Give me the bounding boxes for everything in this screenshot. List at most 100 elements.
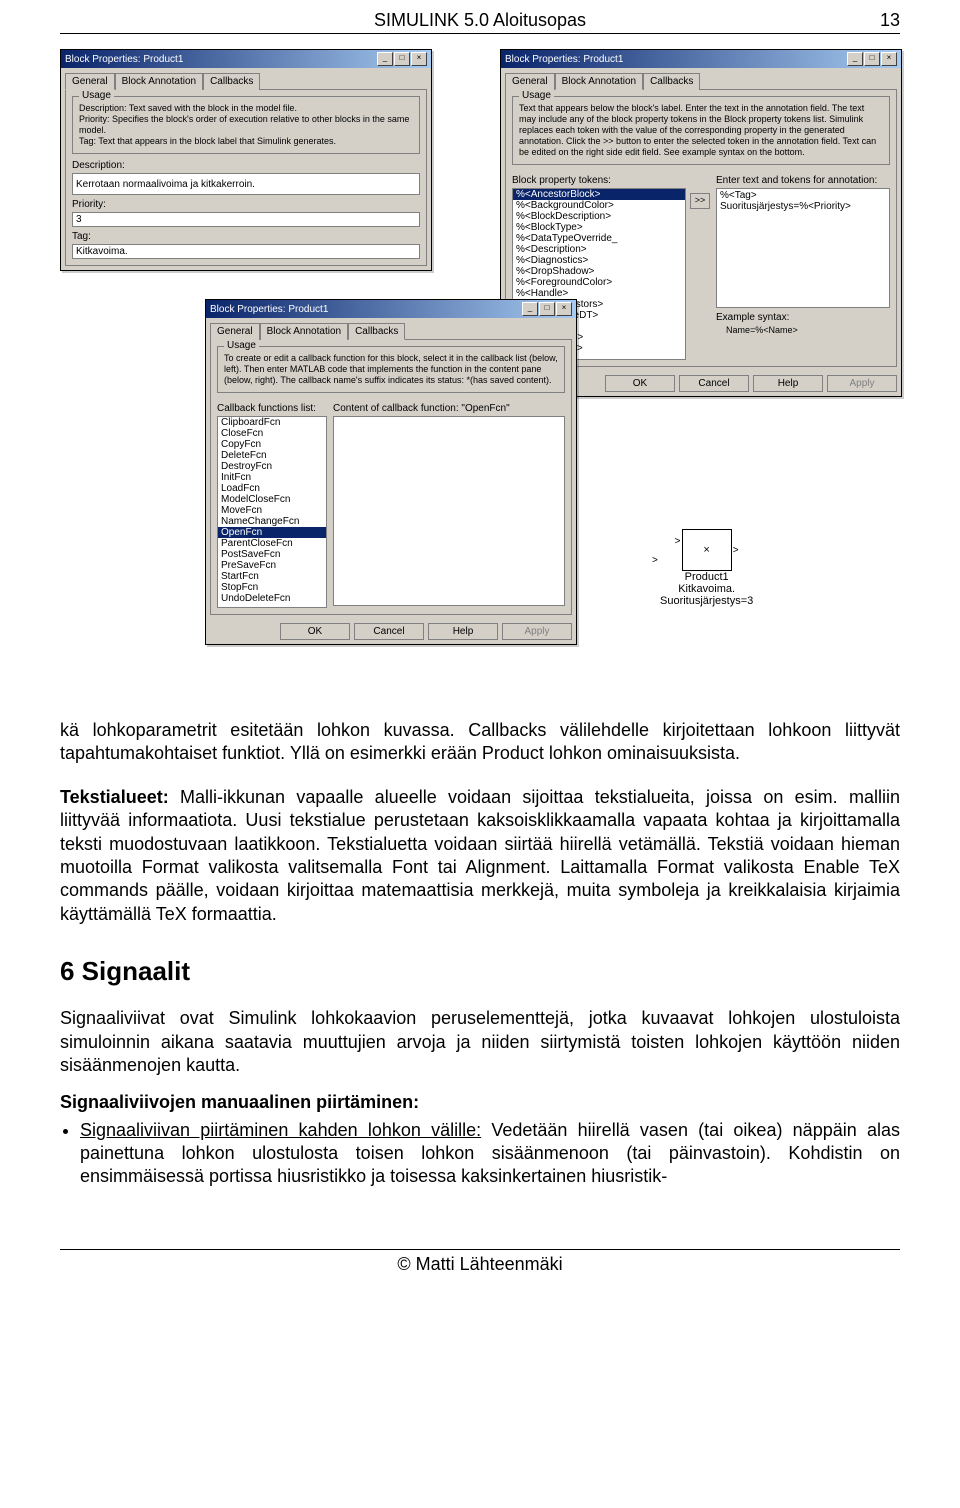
apply-button[interactable]: Apply — [502, 623, 572, 640]
paragraph-1: kä lohkoparametrit esitetään lohkon kuva… — [60, 719, 900, 766]
maximize-icon[interactable]: □ — [394, 52, 410, 66]
paragraph-4-heading: Signaaliviivojen manuaalinen piirtäminen… — [60, 1091, 900, 1114]
list-item[interactable]: DeleteFcn — [218, 450, 326, 461]
help-button[interactable]: Help — [753, 375, 823, 392]
group-title-usage: Usage — [519, 90, 554, 101]
titlebar[interactable]: Block Properties: Product1 _□× — [501, 50, 901, 68]
callback-content-textarea[interactable] — [333, 416, 565, 606]
maximize-icon[interactable]: □ — [864, 52, 880, 66]
tag-input[interactable] — [72, 244, 420, 259]
transfer-button[interactable]: >> — [690, 193, 710, 209]
list-item[interactable]: %<Handle> — [513, 288, 685, 299]
list-item[interactable]: %<BlockType> — [513, 222, 685, 233]
bullet-list: Signaaliviivan piirtäminen kahden lohkon… — [60, 1119, 900, 1189]
ok-button[interactable]: OK — [605, 375, 675, 392]
list-item[interactable]: StartFcn — [218, 571, 326, 582]
list-item[interactable]: OpenFcn — [218, 527, 326, 538]
window-title: Block Properties: Product1 — [505, 54, 623, 65]
list-item[interactable]: InitFcn — [218, 472, 326, 483]
tab-general[interactable]: General — [65, 73, 115, 90]
minimize-icon[interactable]: _ — [377, 52, 393, 66]
group-title-usage: Usage — [224, 340, 259, 351]
tab-block-annotation[interactable]: Block Annotation — [260, 323, 349, 340]
list-item[interactable]: %<DataTypeOverride_ — [513, 233, 685, 244]
list-item[interactable]: MoveFcn — [218, 505, 326, 516]
list-item[interactable]: ClipboardFcn — [218, 417, 326, 428]
tab-general[interactable]: General — [210, 323, 260, 340]
page-number: 13 — [880, 10, 900, 31]
block-priority: Suoritusjärjestys=3 — [660, 595, 753, 607]
cancel-button[interactable]: Cancel — [354, 623, 424, 640]
block-name: Product1 — [660, 571, 753, 583]
list-item[interactable]: %<DropShadow> — [513, 266, 685, 277]
titlebar[interactable]: Block Properties: Product1 _□× — [206, 300, 576, 318]
section-6-heading: 6 Signaalit — [60, 956, 900, 987]
window-title: Block Properties: Product1 — [210, 304, 328, 315]
tab-callbacks[interactable]: Callbacks — [348, 323, 405, 340]
window-title: Block Properties: Product1 — [65, 54, 183, 65]
callback-content-label: Content of callback function: "OpenFcn" — [333, 403, 565, 414]
list-item[interactable]: %<BackgroundColor> — [513, 200, 685, 211]
usage-text: To create or edit a callback function fo… — [224, 353, 558, 386]
tab-callbacks[interactable]: Callbacks — [643, 73, 700, 90]
list-item[interactable]: CloseFcn — [218, 428, 326, 439]
callback-list-label: Callback functions list: — [217, 403, 327, 414]
list-item[interactable]: %<AncestorBlock> — [513, 189, 685, 200]
description-input[interactable] — [72, 173, 420, 195]
paragraph-2: Tekstialueet: Malli-ikkunan vapaalle alu… — [60, 786, 900, 926]
paragraph-3: Signaaliviivat ovat Simulink lohkokaavio… — [60, 1007, 900, 1077]
example-value: Name=%<Name> — [716, 325, 890, 336]
callback-listbox[interactable]: ClipboardFcnCloseFcnCopyFcnDeleteFcnDest… — [217, 416, 327, 608]
window-callbacks: Block Properties: Product1 _□× General B… — [205, 299, 577, 645]
list-item[interactable]: ParentCloseFcn — [218, 538, 326, 549]
figures-area: Block Properties: Product1 _□× General B… — [60, 49, 900, 699]
priority-input[interactable] — [72, 212, 420, 227]
list-item[interactable]: %<Diagnostics> — [513, 255, 685, 266]
close-icon[interactable]: × — [881, 52, 897, 66]
list-item[interactable]: UndoDeleteFcn — [218, 593, 326, 604]
tab-block-annotation[interactable]: Block Annotation — [115, 73, 204, 90]
tokens-label: Block property tokens: — [512, 175, 686, 186]
annotation-textarea[interactable]: %<Tag> Suoritusjärjestys=%<Priority> — [716, 188, 890, 308]
tekstialueet-label: Tekstialueet: — [60, 787, 169, 807]
list-item[interactable]: DestroyFcn — [218, 461, 326, 472]
minimize-icon[interactable]: _ — [522, 302, 538, 316]
product-block-icon: × — [682, 529, 732, 571]
list-item[interactable]: %<BlockDescription> — [513, 211, 685, 222]
block-diagram: × > Product1 Kitkavoima. Suoritusjärjest… — [660, 529, 753, 607]
group-title-usage: Usage — [79, 90, 114, 101]
list-item[interactable]: LoadFcn — [218, 483, 326, 494]
block-tag: Kitkavoima. — [660, 583, 753, 595]
description-label: Description: — [72, 160, 420, 171]
close-icon[interactable]: × — [411, 52, 427, 66]
cancel-button[interactable]: Cancel — [679, 375, 749, 392]
page-footer: © Matti Lähteenmäki — [60, 1249, 900, 1275]
titlebar[interactable]: Block Properties: Product1 _□× — [61, 50, 431, 68]
tab-callbacks[interactable]: Callbacks — [203, 73, 260, 90]
tab-block-annotation[interactable]: Block Annotation — [555, 73, 644, 90]
priority-label: Priority: — [72, 199, 420, 210]
example-label: Example syntax: — [716, 312, 890, 323]
minimize-icon[interactable]: _ — [847, 52, 863, 66]
list-item[interactable]: StopFcn — [218, 582, 326, 593]
list-item[interactable]: NameChangeFcn — [218, 516, 326, 527]
list-item[interactable]: %<ForegroundColor> — [513, 277, 685, 288]
help-button[interactable]: Help — [428, 623, 498, 640]
close-icon[interactable]: × — [556, 302, 572, 316]
list-item[interactable]: ModelCloseFcn — [218, 494, 326, 505]
window-general: Block Properties: Product1 _□× General B… — [60, 49, 432, 271]
list-item: Signaaliviivan piirtäminen kahden lohkon… — [80, 1119, 900, 1189]
ok-button[interactable]: OK — [280, 623, 350, 640]
maximize-icon[interactable]: □ — [539, 302, 555, 316]
list-item[interactable]: CopyFcn — [218, 439, 326, 450]
tab-general[interactable]: General — [505, 73, 555, 90]
list-item[interactable]: %<Description> — [513, 244, 685, 255]
tag-label: Tag: — [72, 231, 420, 242]
usage-text: Text that appears below the block's labe… — [519, 103, 883, 158]
header-title: SIMULINK 5.0 Aloitusopas — [374, 10, 586, 31]
page-header: SIMULINK 5.0 Aloitusopas 13 — [60, 10, 900, 34]
annotation-label: Enter text and tokens for annotation: — [716, 175, 890, 186]
list-item[interactable]: PreSaveFcn — [218, 560, 326, 571]
apply-button[interactable]: Apply — [827, 375, 897, 392]
list-item[interactable]: PostSaveFcn — [218, 549, 326, 560]
